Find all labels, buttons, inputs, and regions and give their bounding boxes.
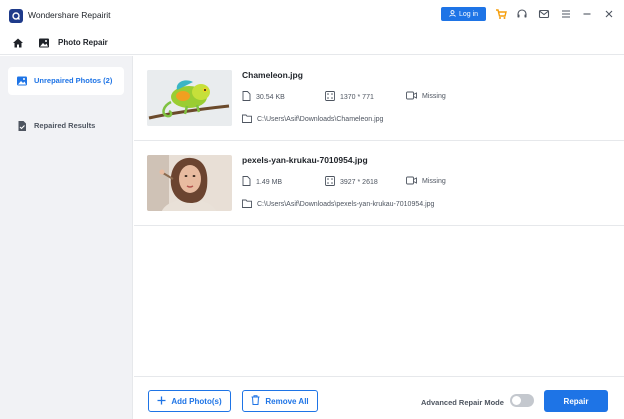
sidebar-item-repaired[interactable]: Repaired Results — [8, 112, 124, 140]
file-path: C:\Users\Asif\Downloads\Chameleon.jpg — [242, 114, 383, 125]
headset-icon[interactable] — [515, 7, 529, 21]
result-icon — [16, 120, 28, 132]
minimize-icon[interactable] — [580, 7, 594, 21]
file-status-value: Missing — [422, 178, 446, 185]
sidebar: Unrepaired Photos (2) Repaired Results — [0, 56, 133, 419]
cart-icon[interactable] — [494, 7, 508, 21]
file-status: Missing — [406, 176, 446, 187]
video-icon — [406, 176, 417, 187]
remove-all-button[interactable]: Remove All — [242, 390, 318, 412]
photo-icon — [38, 36, 50, 48]
page-title: Photo Repair — [58, 38, 108, 47]
file-name: pexels-yan-krukau-7010954.jpg — [242, 155, 368, 165]
add-photos-button[interactable]: Add Photo(s) — [148, 390, 231, 412]
home-icon[interactable] — [12, 36, 24, 48]
list-item[interactable]: Chameleon.jpg 30.54 KB 1370 * 771 Missin… — [134, 56, 624, 141]
file-resolution-value: 3927 * 2618 — [340, 178, 378, 186]
toggle-knob — [512, 396, 521, 405]
plus-icon — [157, 396, 166, 407]
file-size: 1.49 MB — [242, 176, 282, 188]
close-icon[interactable] — [602, 7, 616, 21]
remove-all-label: Remove All — [265, 396, 309, 406]
resolution-icon — [325, 91, 335, 103]
file-path: C:\Users\Asif\Downloads\pexels-yan-kruka… — [242, 199, 434, 210]
advanced-repair-label: Advanced Repair Mode — [421, 398, 504, 407]
nav-bar: Photo Repair — [0, 30, 624, 55]
file-list: Chameleon.jpg 30.54 KB 1370 * 771 Missin… — [134, 56, 624, 376]
file-name: Chameleon.jpg — [242, 70, 303, 80]
sidebar-item-label: Repaired Results — [34, 121, 96, 130]
folder-icon — [242, 114, 252, 125]
sidebar-item-label: Unrepaired Photos (2) — [34, 76, 113, 85]
file-path-value: C:\Users\Asif\Downloads\Chameleon.jpg — [257, 116, 384, 123]
title-bar: Wondershare Repairit Log in — [0, 0, 624, 30]
action-bar: Add Photo(s) Remove All Advanced Repair … — [134, 376, 624, 419]
photo-icon — [16, 75, 28, 87]
file-icon — [242, 91, 251, 103]
file-size: 30.54 KB — [242, 91, 285, 103]
login-button[interactable]: Log in — [441, 7, 486, 21]
file-icon — [242, 176, 251, 188]
thumbnail-chameleon — [147, 70, 232, 126]
file-status-value: Missing — [422, 93, 446, 100]
sidebar-item-unrepaired[interactable]: Unrepaired Photos (2) — [8, 67, 124, 95]
thumbnail-portrait — [147, 155, 232, 211]
user-icon — [449, 9, 456, 19]
resolution-icon — [325, 176, 335, 188]
advanced-repair-toggle[interactable] — [510, 394, 534, 407]
list-item[interactable]: pexels-yan-krukau-7010954.jpg 1.49 MB 39… — [134, 141, 624, 226]
file-status: Missing — [406, 91, 446, 102]
video-icon — [406, 91, 417, 102]
file-path-value: C:\Users\Asif\Downloads\pexels-yan-kruka… — [257, 201, 435, 208]
add-photos-label: Add Photo(s) — [171, 396, 222, 406]
trash-icon — [251, 395, 260, 407]
file-resolution: 1370 * 771 — [325, 91, 374, 103]
repair-button[interactable]: Repair — [544, 390, 608, 412]
login-label: Log in — [458, 10, 479, 18]
mail-icon[interactable] — [537, 7, 551, 21]
menu-icon[interactable] — [559, 7, 573, 21]
file-resolution: 3927 * 2618 — [325, 176, 378, 188]
folder-icon — [242, 199, 252, 210]
file-resolution-value: 1370 * 771 — [340, 93, 374, 101]
app-logo-icon — [9, 9, 23, 23]
file-size-value: 30.54 KB — [256, 93, 285, 101]
app-title: Wondershare Repairit — [28, 10, 111, 20]
file-size-value: 1.49 MB — [256, 178, 283, 186]
